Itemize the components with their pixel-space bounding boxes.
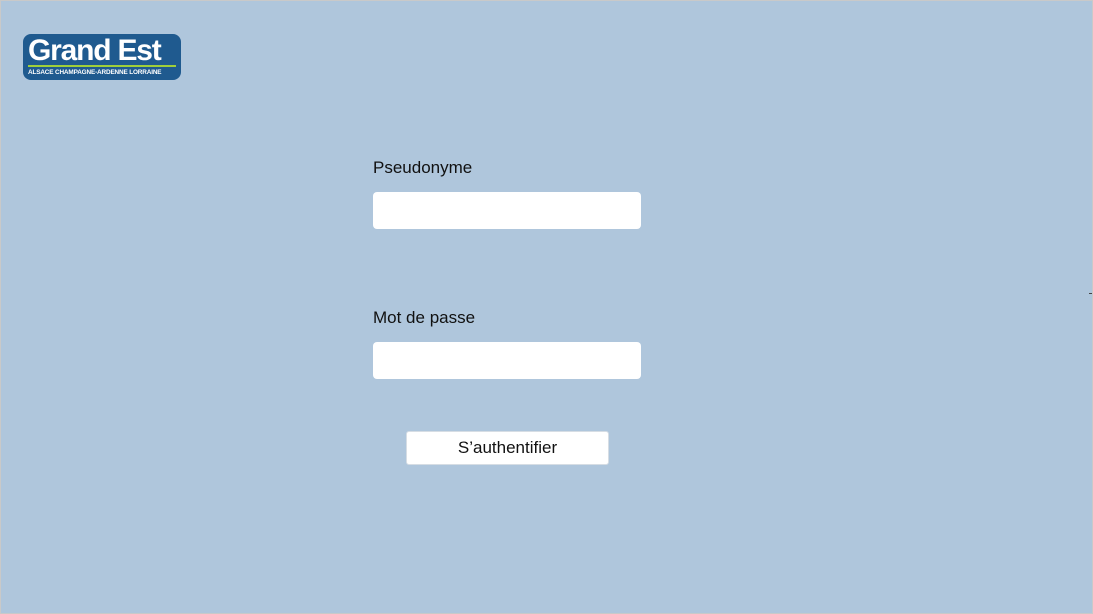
logo-subtitle: ALSACE CHAMPAGNE-ARDENNE LORRAINE: [28, 69, 162, 76]
logo-accent-line: [28, 65, 176, 67]
username-input[interactable]: [373, 192, 641, 229]
username-label: Pseudonyme: [373, 158, 473, 177]
password-label: Mot de passe: [373, 308, 476, 327]
authenticate-button[interactable]: S’authentifier: [406, 431, 609, 465]
logo-title: Grand Est: [28, 34, 162, 67]
edge-mark: [1089, 293, 1092, 294]
password-input[interactable]: [373, 342, 641, 379]
login-page: Grand Est ALSACE CHAMPAGNE-ARDENNE LORRA…: [0, 0, 1093, 614]
grand-est-logo: Grand Est ALSACE CHAMPAGNE-ARDENNE LORRA…: [23, 34, 181, 80]
